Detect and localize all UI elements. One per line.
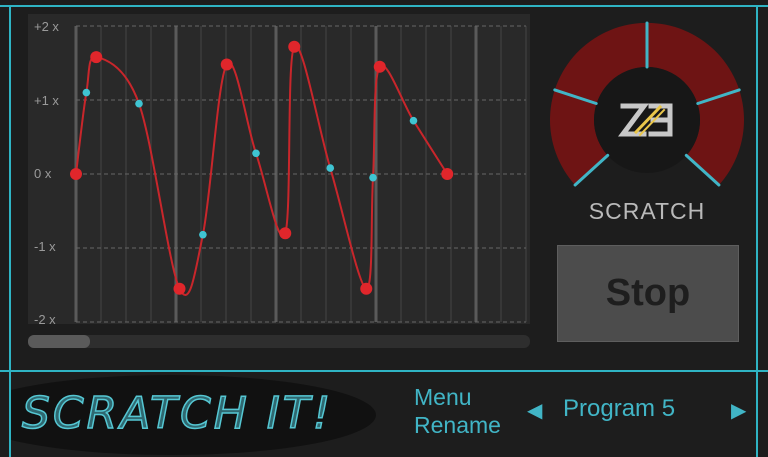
y-axis-label: +1 x: [34, 93, 59, 108]
top-border: [0, 5, 768, 7]
menu-button[interactable]: Menu: [414, 384, 472, 411]
curve-node[interactable]: [173, 282, 186, 295]
stop-button[interactable]: Stop: [557, 245, 739, 342]
graph-scrollbar[interactable]: [28, 335, 530, 348]
curve-handle[interactable]: [82, 88, 91, 97]
next-program-icon[interactable]: ▶: [731, 398, 746, 423]
scratch-dial-icon[interactable]: [548, 14, 746, 198]
scratch-graph[interactable]: +2 x +1 x 0 x -1 x -2 x: [28, 14, 530, 327]
scratch-it-logo: SCRATCH IT!: [21, 387, 334, 440]
prev-program-icon[interactable]: ◀: [527, 398, 542, 423]
curve-node[interactable]: [373, 60, 386, 73]
curve-node[interactable]: [90, 51, 103, 64]
curve-handle[interactable]: [369, 173, 377, 182]
curve-node[interactable]: [220, 58, 233, 71]
y-axis-label: -2 x: [34, 312, 56, 327]
scratch-curve: [75, 44, 449, 296]
curve-node[interactable]: [288, 40, 301, 53]
graph-canvas[interactable]: [28, 14, 530, 324]
curve-node[interactable]: [441, 168, 454, 180]
curve-node[interactable]: [279, 227, 292, 240]
curve-handle[interactable]: [252, 149, 260, 158]
program-name: Program 5: [563, 395, 676, 422]
divider: [0, 370, 768, 372]
curve-node[interactable]: [360, 282, 373, 295]
curve-handle[interactable]: [199, 230, 207, 239]
curve-handle[interactable]: [409, 116, 418, 125]
scrollbar-thumb[interactable]: [28, 335, 90, 348]
right-border: [756, 5, 758, 457]
y-axis-label: 0 x: [34, 166, 52, 181]
curve-handle[interactable]: [326, 164, 335, 172]
rename-button[interactable]: Rename: [414, 412, 501, 439]
y-axis-label: -1 x: [34, 239, 56, 254]
y-axis-label: +2 x: [34, 19, 59, 34]
scratch-label: SCRATCH: [588, 198, 706, 224]
curve-handle[interactable]: [135, 99, 143, 108]
